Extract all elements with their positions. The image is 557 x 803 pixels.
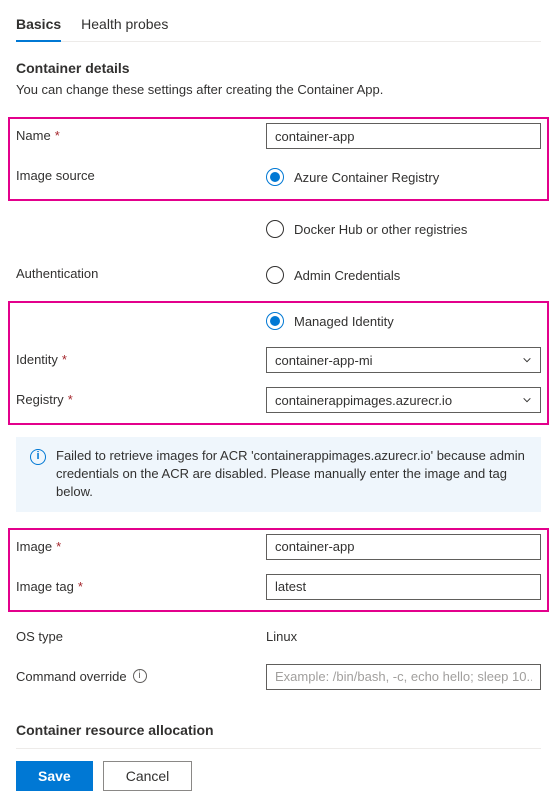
label-authentication: Authentication bbox=[16, 261, 266, 281]
command-override-input[interactable] bbox=[266, 664, 541, 690]
footer: Save Cancel bbox=[16, 748, 541, 803]
label-command-override: Command override i bbox=[16, 664, 266, 684]
radio-admin-creds[interactable] bbox=[266, 266, 284, 284]
label-image-tag: Image tag* bbox=[16, 574, 266, 594]
section-title-container-details: Container details bbox=[16, 60, 541, 76]
image-tag-input[interactable] bbox=[266, 574, 541, 600]
save-button[interactable]: Save bbox=[16, 761, 93, 791]
highlight-image-tag: Image* Image tag* bbox=[8, 528, 549, 612]
image-input[interactable] bbox=[266, 534, 541, 560]
label-identity: Identity* bbox=[16, 347, 266, 367]
label-os-type: OS type bbox=[16, 624, 266, 644]
radio-managed-identity-label: Managed Identity bbox=[294, 314, 394, 329]
name-input[interactable] bbox=[266, 123, 541, 149]
info-icon: i bbox=[30, 449, 46, 465]
radio-docker-label: Docker Hub or other registries bbox=[294, 222, 467, 237]
highlight-identity-registry: Managed Identity Identity* container-app… bbox=[8, 301, 549, 425]
label-image: Image* bbox=[16, 534, 266, 554]
label-image-source: Image source bbox=[16, 163, 266, 183]
radio-acr-label: Azure Container Registry bbox=[294, 170, 439, 185]
chevron-down-icon bbox=[522, 355, 532, 365]
identity-select[interactable]: container-app-mi bbox=[266, 347, 541, 373]
label-name: Name* bbox=[16, 123, 266, 143]
registry-select[interactable]: containerappimages.azurecr.io bbox=[266, 387, 541, 413]
tab-bar: Basics Health probes bbox=[16, 10, 541, 42]
cancel-button[interactable]: Cancel bbox=[103, 761, 193, 791]
section-title-resource-allocation: Container resource allocation bbox=[16, 722, 541, 738]
radio-admin-creds-label: Admin Credentials bbox=[294, 268, 400, 283]
radio-docker[interactable] bbox=[266, 220, 284, 238]
highlight-name-acr: Name* Image source Azure Container Regis… bbox=[8, 117, 549, 201]
os-type-value: Linux bbox=[266, 624, 541, 644]
chevron-down-icon bbox=[522, 395, 532, 405]
radio-acr[interactable] bbox=[266, 168, 284, 186]
tab-basics[interactable]: Basics bbox=[16, 10, 61, 42]
radio-managed-identity[interactable] bbox=[266, 312, 284, 330]
info-banner-text: Failed to retrieve images for ACR 'conta… bbox=[56, 447, 527, 502]
section-desc: You can change these settings after crea… bbox=[16, 82, 541, 97]
tab-health-probes[interactable]: Health probes bbox=[81, 10, 168, 41]
info-banner: i Failed to retrieve images for ACR 'con… bbox=[16, 437, 541, 512]
label-registry: Registry* bbox=[16, 387, 266, 407]
info-icon[interactable]: i bbox=[133, 669, 147, 683]
